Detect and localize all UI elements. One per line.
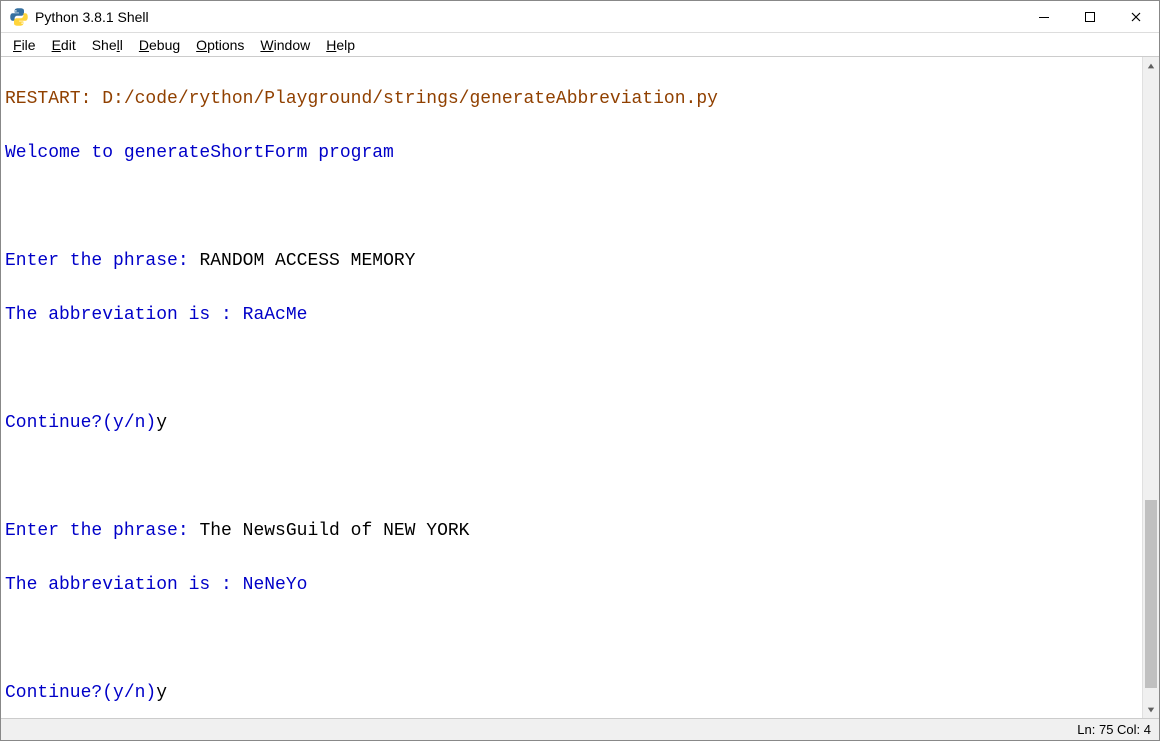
welcome-text: Welcome to generateShortForm program [5,143,394,163]
minimize-button[interactable] [1021,1,1067,33]
menu-options[interactable]: Options [188,35,252,55]
user-input: The NewsGuild of NEW YORK [199,521,469,541]
menu-edit[interactable]: Edit [44,35,84,55]
menu-help[interactable]: Help [318,35,363,55]
menu-file[interactable]: File [5,35,44,55]
vertical-scrollbar[interactable] [1142,57,1159,718]
user-input: RANDOM ACCESS MEMORY [199,251,415,271]
blank-line [5,464,1138,491]
result-label: The abbreviation is : [5,305,243,325]
window-title: Python 3.8.1 Shell [35,9,149,25]
result-value: NeNeYo [243,575,308,595]
scroll-up-button[interactable] [1143,57,1159,74]
blank-line [5,356,1138,383]
prompt-label: Enter the phrase: [5,251,199,271]
scroll-thumb[interactable] [1145,500,1157,688]
user-input: y [156,683,167,703]
menubar: File Edit Shell Debug Options Window Hel… [1,33,1159,57]
result-label: The abbreviation is : [5,575,243,595]
continue-prompt: Continue?(y/n) [5,413,156,433]
python-icon [9,7,29,27]
user-input: y [156,413,167,433]
app-window: Python 3.8.1 Shell File Edit Shell Debug… [0,0,1160,741]
scroll-down-button[interactable] [1143,701,1159,718]
maximize-button[interactable] [1067,1,1113,33]
close-button[interactable] [1113,1,1159,33]
client-area: RESTART: D:/code/rython/Playground/strin… [1,57,1159,718]
blank-line [5,194,1138,221]
menu-window[interactable]: Window [252,35,318,55]
prompt-label: Enter the phrase: [5,521,199,541]
menu-debug[interactable]: Debug [131,35,188,55]
restart-line: RESTART: D:/code/rython/Playground/strin… [5,89,718,109]
menu-shell[interactable]: Shell [84,35,131,55]
scroll-track[interactable] [1143,74,1159,701]
shell-output[interactable]: RESTART: D:/code/rython/Playground/strin… [1,57,1142,718]
blank-line [5,626,1138,653]
statusbar: Ln: 75 Col: 4 [1,718,1159,740]
cursor-position: Ln: 75 Col: 4 [1077,722,1151,737]
continue-prompt: Continue?(y/n) [5,683,156,703]
titlebar: Python 3.8.1 Shell [1,1,1159,33]
result-value: RaAcMe [243,305,308,325]
